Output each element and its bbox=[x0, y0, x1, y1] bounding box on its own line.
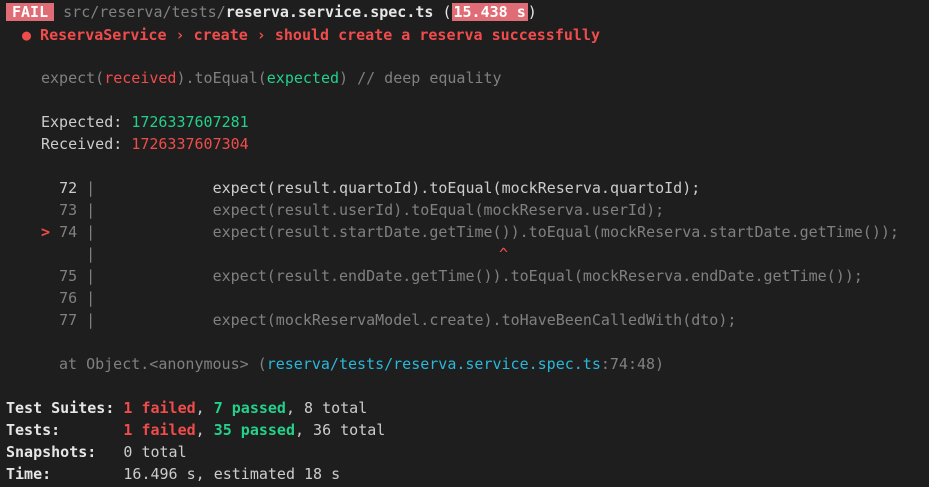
summary-tests: Tests: 1 failed, 35 passed, 36 total bbox=[6, 421, 386, 439]
expected-value: 1726337607281 bbox=[131, 113, 249, 131]
expected-line: Expected: 1726337607281 bbox=[41, 111, 249, 133]
line-code: expect(result.quartoId).toEqual(mockRese… bbox=[212, 179, 701, 197]
line-code: expect(result.startDate.getTime()).toEqu… bbox=[212, 223, 899, 241]
snapshots-value: 0 total bbox=[123, 443, 187, 461]
code-line: 77 | expect(mockReservaModel.create).toH… bbox=[41, 309, 736, 331]
time-close-paren: ) bbox=[527, 3, 537, 21]
assertion-received: received bbox=[104, 69, 177, 87]
summary-label: Tests: bbox=[6, 421, 124, 439]
stack-location: :74:48 bbox=[600, 355, 656, 373]
stack-file-link[interactable]: reserva/tests/reserva.service.spec.ts bbox=[267, 355, 601, 373]
stack-trace: at Object.<anonymous> (reserva/tests/res… bbox=[59, 353, 664, 375]
summary-suites: Test Suites: 1 failed, 7 passed, 8 total bbox=[6, 399, 368, 417]
line-code: expect(mockReservaModel.create).toHaveBe… bbox=[212, 311, 737, 329]
line-number: 72 bbox=[59, 179, 78, 197]
summary-label: Time: bbox=[6, 465, 124, 483]
line-marker: > bbox=[41, 223, 60, 241]
line-number: 75 bbox=[59, 267, 78, 285]
fail-badge: FAIL bbox=[6, 3, 55, 21]
expected-label: Expected: bbox=[41, 113, 132, 131]
line-marker bbox=[41, 201, 59, 219]
line-marker bbox=[41, 311, 59, 329]
line-number: 74 bbox=[59, 223, 78, 241]
suites-passed: 7 passed bbox=[213, 399, 286, 417]
assertion-expected: expected bbox=[266, 69, 340, 87]
line-number: 77 bbox=[59, 311, 78, 329]
code-line: 73 | expect(result.userId).toEqual(mockR… bbox=[41, 199, 664, 221]
code-line: 76 | bbox=[41, 287, 95, 309]
suites-failed: 1 failed bbox=[123, 399, 196, 417]
stack-prefix: at Object.<anonymous> ( bbox=[59, 355, 267, 373]
code-line: 75 | expect(result.endDate.getTime()).to… bbox=[41, 265, 863, 287]
line-marker bbox=[41, 245, 59, 263]
received-value: 1726337607304 bbox=[131, 135, 249, 153]
assertion-matcher: ).toEqual( bbox=[176, 69, 267, 87]
line-code: expect(result.userId).toEqual(mockReserv… bbox=[212, 201, 665, 219]
line-marker bbox=[41, 179, 59, 197]
received-line: Received: 1726337607304 bbox=[41, 133, 249, 155]
line-number: 76 bbox=[59, 289, 78, 307]
assertion-expect: expect( bbox=[41, 69, 105, 87]
assertion-hint: expect(received).toEqual(expected) // de… bbox=[41, 67, 502, 89]
code-line: 72 | expect(result.quartoId).toEqual(moc… bbox=[41, 177, 700, 199]
slow-time-badge: 15.438 s bbox=[451, 3, 528, 21]
line-number: 73 bbox=[59, 201, 78, 219]
summary-time: Time: 16.496 s, estimated 18 s bbox=[6, 463, 340, 485]
test-file-name: reserva.service.spec.ts bbox=[225, 3, 434, 21]
tests-failed: 1 failed bbox=[123, 421, 196, 439]
stack-suffix: ) bbox=[655, 355, 665, 373]
tests-total: , 36 total bbox=[295, 421, 386, 439]
summary-label: Snapshots: bbox=[6, 443, 124, 461]
summary-label: Test Suites: bbox=[6, 399, 124, 417]
assertion-comment: // deep equality bbox=[348, 69, 502, 87]
time-value: 16.496 s, estimated 18 s bbox=[123, 465, 341, 483]
tests-passed: 35 passed bbox=[213, 421, 295, 439]
time-open-paren: ( bbox=[442, 3, 452, 21]
failed-test-title: ● ReservaService › create › should creat… bbox=[22, 26, 600, 44]
summary-snapshots: Snapshots: 0 total bbox=[6, 441, 187, 463]
suites-total: , 8 total bbox=[285, 399, 368, 417]
error-caret: ^ bbox=[499, 245, 509, 263]
line-marker bbox=[41, 289, 59, 307]
terminal-output: FAIL src/reserva/tests/reserva.service.s… bbox=[0, 0, 929, 487]
assertion-close: ) bbox=[339, 69, 349, 87]
caret-line: | ^ bbox=[41, 243, 508, 265]
received-label: Received: bbox=[41, 135, 132, 153]
code-line-highlighted: > 74 | expect(result.startDate.getTime()… bbox=[41, 223, 899, 241]
line-marker bbox=[41, 267, 59, 285]
test-file-header: FAIL src/reserva/tests/reserva.service.s… bbox=[6, 1, 537, 23]
line-code: expect(result.endDate.getTime()).toEqual… bbox=[212, 267, 863, 285]
test-file-dir: src/reserva/tests/ bbox=[63, 3, 226, 21]
